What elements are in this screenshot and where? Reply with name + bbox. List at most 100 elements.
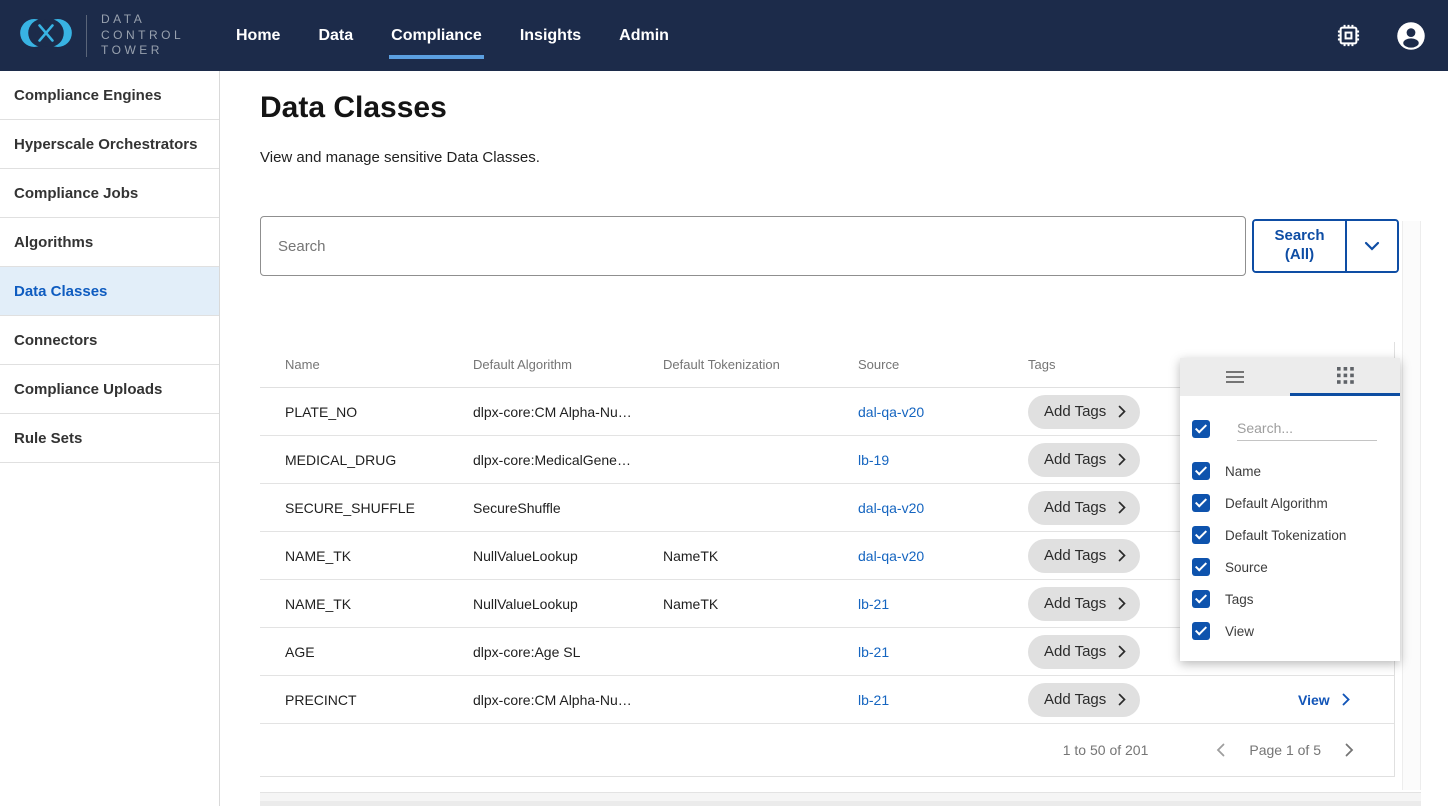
source-link[interactable]: lb-19	[858, 452, 889, 468]
chevron-right-icon	[1342, 693, 1350, 706]
account-icon[interactable]	[1396, 21, 1426, 51]
brand-line-1: DATA	[101, 12, 145, 26]
nav-item-compliance[interactable]: Compliance	[389, 21, 484, 51]
add-tags-label: Add Tags	[1044, 643, 1106, 660]
select-all-checkbox[interactable]	[1192, 420, 1210, 438]
column-checkbox-view[interactable]	[1192, 622, 1210, 640]
add-tags-button[interactable]: Add Tags	[1028, 587, 1140, 621]
cell-default-algorithm: NullValueLookup	[473, 548, 663, 564]
column-picker-popup: Name Default Algorithm Default Tokenizat…	[1180, 358, 1400, 661]
brand-line-3: TOWER	[101, 43, 163, 57]
column-option-label: Name	[1225, 464, 1261, 479]
cell-default-tokenization: NameTK	[663, 596, 858, 612]
table-row: PRECINCT dlpx-core:CM Alpha-Nu… lb-21 Ad…	[260, 676, 1394, 724]
sidebar-item-compliance-engines[interactable]: Compliance Engines	[0, 71, 219, 120]
cell-name: PRECINCT	[260, 692, 473, 708]
chip-icon[interactable]	[1335, 22, 1362, 49]
sidebar-item-algorithms[interactable]: Algorithms	[0, 218, 219, 267]
cell-default-algorithm: dlpx-core:MedicalGene…	[473, 452, 663, 468]
column-option-label: Tags	[1225, 592, 1254, 607]
sidebar-item-connectors[interactable]: Connectors	[0, 316, 219, 365]
sidebar: Compliance Engines Hyperscale Orchestrat…	[0, 71, 220, 806]
source-link[interactable]: lb-21	[858, 692, 889, 708]
chevron-right-icon	[1118, 597, 1126, 610]
search-options-dropdown-button[interactable]	[1347, 221, 1397, 271]
chevron-left-icon	[1216, 743, 1225, 757]
search-button-line2: (All)	[1285, 246, 1314, 263]
sidebar-item-compliance-jobs[interactable]: Compliance Jobs	[0, 169, 219, 218]
add-tags-label: Add Tags	[1044, 451, 1106, 468]
chevron-down-icon	[1364, 241, 1380, 251]
add-tags-label: Add Tags	[1044, 691, 1106, 708]
next-page-button[interactable]	[1343, 741, 1356, 759]
grid-view-icon	[1337, 367, 1354, 384]
nav-item-home[interactable]: Home	[234, 21, 282, 51]
chevron-right-icon	[1118, 549, 1126, 562]
sidebar-item-data-classes[interactable]: Data Classes	[0, 267, 219, 316]
column-checkbox-name[interactable]	[1192, 462, 1210, 480]
page-subtitle: View and manage sensitive Data Classes.	[260, 149, 1448, 166]
search-input[interactable]	[260, 216, 1246, 276]
column-option-label: Default Algorithm	[1225, 496, 1328, 511]
add-tags-label: Add Tags	[1044, 499, 1106, 516]
add-tags-button[interactable]: Add Tags	[1028, 395, 1140, 429]
column-option: Name	[1192, 455, 1400, 487]
cell-name: NAME_TK	[260, 548, 473, 564]
source-link[interactable]: dal-qa-v20	[858, 404, 924, 420]
search-all-button[interactable]: Search (All)	[1254, 221, 1347, 271]
previous-page-button[interactable]	[1214, 741, 1227, 759]
sidebar-item-rule-sets[interactable]: Rule Sets	[0, 414, 219, 463]
sidebar-item-compliance-uploads[interactable]: Compliance Uploads	[0, 365, 219, 414]
nav-item-insights[interactable]: Insights	[518, 21, 583, 51]
pagination-range-label: 1 to 50 of 201	[1063, 742, 1149, 758]
source-link[interactable]: lb-21	[858, 644, 889, 660]
source-link[interactable]: dal-qa-v20	[858, 500, 924, 516]
tab-grid-view[interactable]	[1290, 358, 1400, 396]
chevron-right-icon	[1118, 501, 1126, 514]
vertical-scrollbar[interactable]	[1402, 221, 1421, 790]
nav-item-admin[interactable]: Admin	[617, 21, 671, 51]
brand-line-2: CONTROL	[101, 28, 184, 42]
brand-logo-icon	[18, 11, 74, 60]
col-header-name[interactable]: Name	[260, 357, 473, 372]
column-checkbox-tags[interactable]	[1192, 590, 1210, 608]
add-tags-button[interactable]: Add Tags	[1028, 635, 1140, 669]
column-option-label: View	[1225, 624, 1254, 639]
cell-default-algorithm: dlpx-core:CM Alpha-Nu…	[473, 404, 663, 420]
cell-default-algorithm: dlpx-core:Age SL	[473, 644, 663, 660]
column-checkbox-default-algorithm[interactable]	[1192, 494, 1210, 512]
view-link[interactable]: View	[1298, 692, 1350, 708]
cell-default-algorithm: dlpx-core:CM Alpha-Nu…	[473, 692, 663, 708]
add-tags-button[interactable]: Add Tags	[1028, 683, 1140, 717]
source-link[interactable]: lb-21	[858, 596, 889, 612]
column-search-input[interactable]	[1237, 416, 1377, 441]
chevron-right-icon	[1345, 743, 1354, 757]
add-tags-label: Add Tags	[1044, 595, 1106, 612]
column-picker-tabs	[1180, 358, 1400, 396]
main-nav: Home Data Compliance Insights Admin	[234, 21, 671, 51]
search-button-group: Search (All)	[1252, 219, 1399, 273]
column-checkbox-default-tokenization[interactable]	[1192, 526, 1210, 544]
column-picker-body: Name Default Algorithm Default Tokenizat…	[1180, 396, 1400, 661]
search-button-line1: Search	[1274, 227, 1324, 244]
col-header-source[interactable]: Source	[858, 357, 1028, 372]
horizontal-scrollbar[interactable]	[260, 792, 1421, 806]
top-navbar: DATA CONTROL TOWER Home Data Compliance …	[0, 0, 1448, 71]
add-tags-button[interactable]: Add Tags	[1028, 443, 1140, 477]
add-tags-button[interactable]: Add Tags	[1028, 539, 1140, 573]
sidebar-item-hyperscale-orchestrators[interactable]: Hyperscale Orchestrators	[0, 120, 219, 169]
cell-default-algorithm: SecureShuffle	[473, 500, 663, 516]
chevron-right-icon	[1118, 645, 1126, 658]
column-option: Tags	[1192, 583, 1400, 615]
add-tags-button[interactable]: Add Tags	[1028, 491, 1140, 525]
col-header-default-algorithm[interactable]: Default Algorithm	[473, 357, 663, 372]
column-option: Source	[1192, 551, 1400, 583]
source-link[interactable]: dal-qa-v20	[858, 548, 924, 564]
add-tags-label: Add Tags	[1044, 547, 1106, 564]
nav-item-data[interactable]: Data	[316, 21, 355, 51]
column-checkbox-source[interactable]	[1192, 558, 1210, 576]
tab-list-view[interactable]	[1180, 358, 1290, 396]
col-header-default-tokenization[interactable]: Default Tokenization	[663, 357, 858, 372]
chevron-right-icon	[1118, 405, 1126, 418]
cell-default-tokenization: NameTK	[663, 548, 858, 564]
